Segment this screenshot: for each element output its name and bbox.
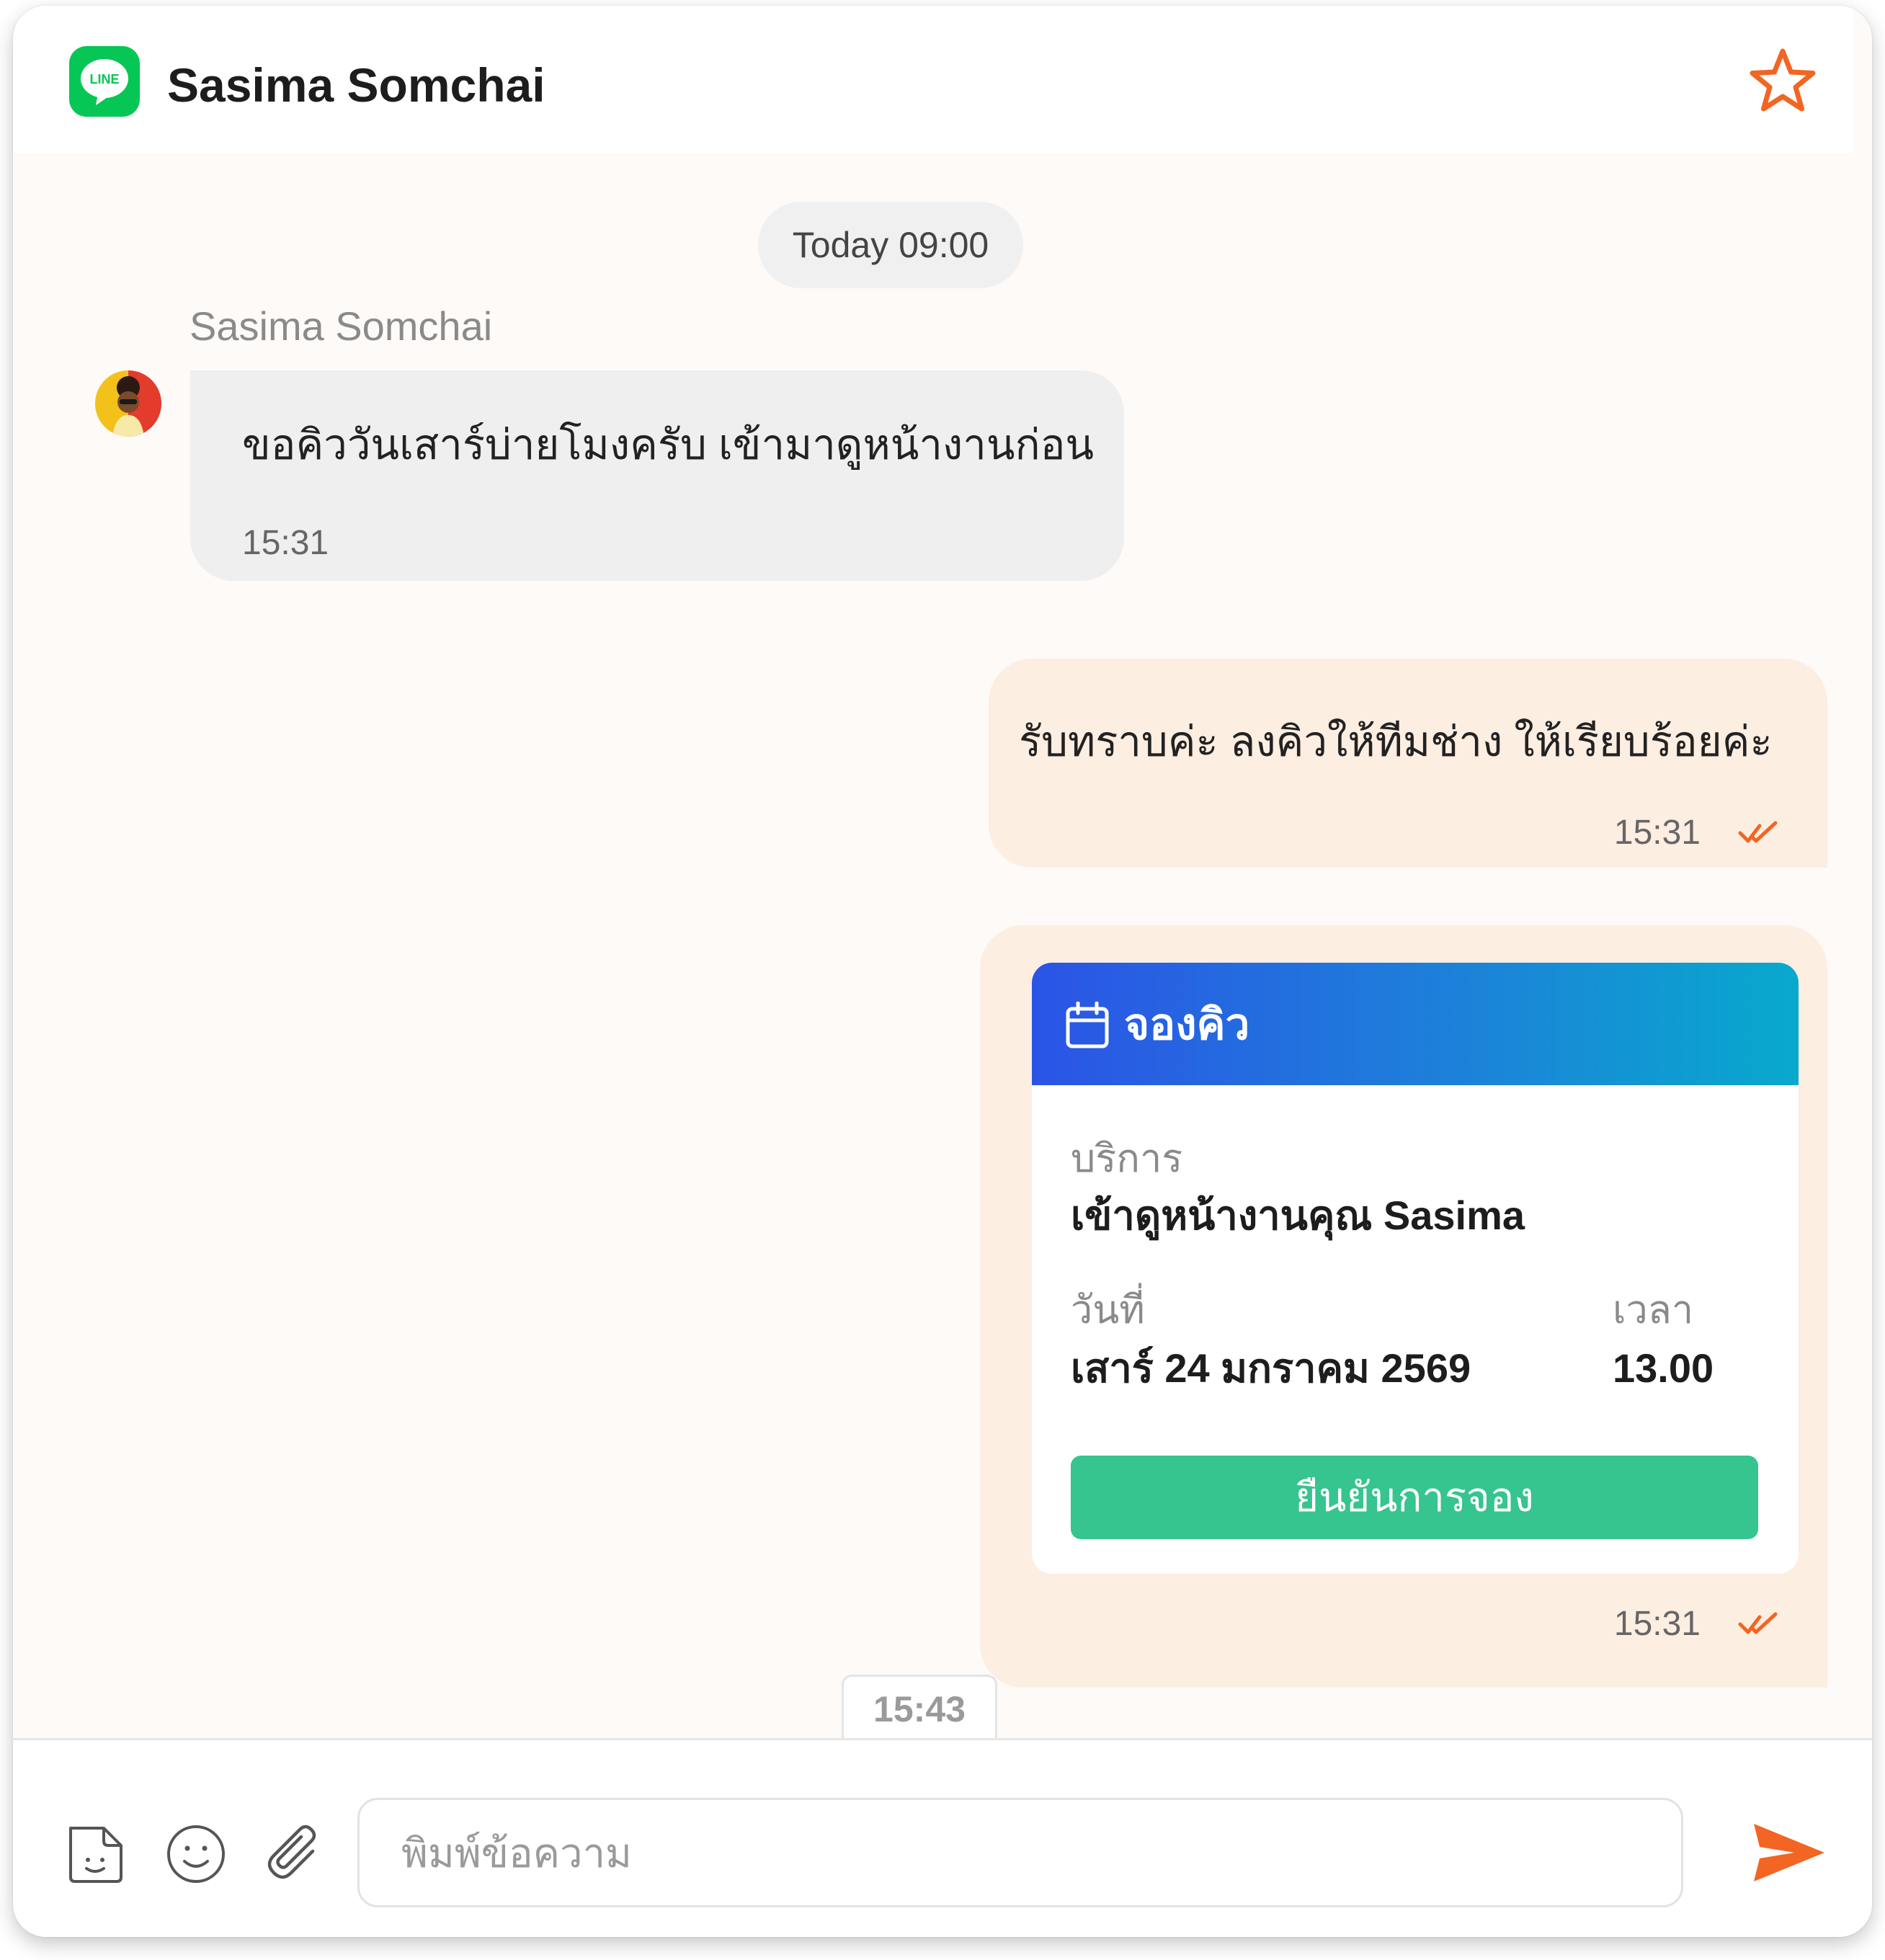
read-receipt-icon <box>1738 1612 1778 1634</box>
message-time: 15:31 <box>1613 1605 1701 1643</box>
emoji-icon[interactable] <box>161 1819 231 1889</box>
sticker-icon[interactable] <box>61 1819 130 1889</box>
booking-message-bubble: จองคิว บริการ เข้าดูหน้างานคุณ Sasima วั… <box>980 925 1827 1688</box>
avatar[interactable] <box>95 370 161 437</box>
send-icon[interactable] <box>1750 1818 1829 1887</box>
date-value: เสาร์ 24 มกราคม 2569 <box>1071 1345 1471 1391</box>
contact-name: Sasima Somchai <box>167 58 545 112</box>
service-value: เข้าดูหน้างานคุณ Sasima <box>1071 1193 1525 1238</box>
date-separator: Today 09:00 <box>758 202 1023 288</box>
time-marker: 15:43 <box>842 1675 997 1742</box>
message-time: 15:31 <box>1613 814 1701 852</box>
service-label: บริการ <box>1071 1137 1183 1180</box>
calendar-icon <box>1066 1002 1109 1048</box>
sender-name: Sasima Somchai <box>190 303 493 349</box>
chat-header: LINE Sasima Somchai <box>13 6 1853 153</box>
read-receipt-icon <box>1738 821 1778 843</box>
chat-window: LINE Sasima Somchai Today 09:00 Sasima S… <box>13 6 1872 1937</box>
time-label: เวลา <box>1613 1288 1694 1332</box>
attachment-icon[interactable] <box>261 1819 330 1889</box>
message-text: รับทราบค่ะ ลงคิวให้ทีมช่าง ให้เรียบร้อยค… <box>1019 718 1773 765</box>
outgoing-message-bubble[interactable]: รับทราบค่ะ ลงคิวให้ทีมช่าง ให้เรียบร้อยค… <box>989 659 1827 868</box>
booking-card-title: จองคิว <box>1124 1000 1250 1048</box>
booking-card: จองคิว บริการ เข้าดูหน้างานคุณ Sasima วั… <box>1032 963 1799 1574</box>
confirm-booking-button[interactable]: ยืนยันการจอง <box>1071 1456 1758 1539</box>
message-time: 15:31 <box>242 524 329 562</box>
time-value: 13.00 <box>1613 1345 1714 1391</box>
date-label: วันที่ <box>1071 1288 1145 1332</box>
message-text: ขอคิววันเสาร์บ่ายโมงครับ เข้ามาดูหน้างาน… <box>242 422 1095 468</box>
message-input[interactable] <box>357 1798 1683 1907</box>
line-logo-icon: LINE <box>69 46 140 117</box>
line-logo-text: LINE <box>89 72 119 86</box>
favorite-star-icon[interactable] <box>1747 45 1819 117</box>
booking-card-header: จองคิว <box>1032 963 1799 1085</box>
incoming-message-bubble[interactable]: ขอคิววันเสาร์บ่ายโมงครับ เข้ามาดูหน้างาน… <box>190 370 1124 581</box>
message-composer <box>13 1738 1872 1937</box>
